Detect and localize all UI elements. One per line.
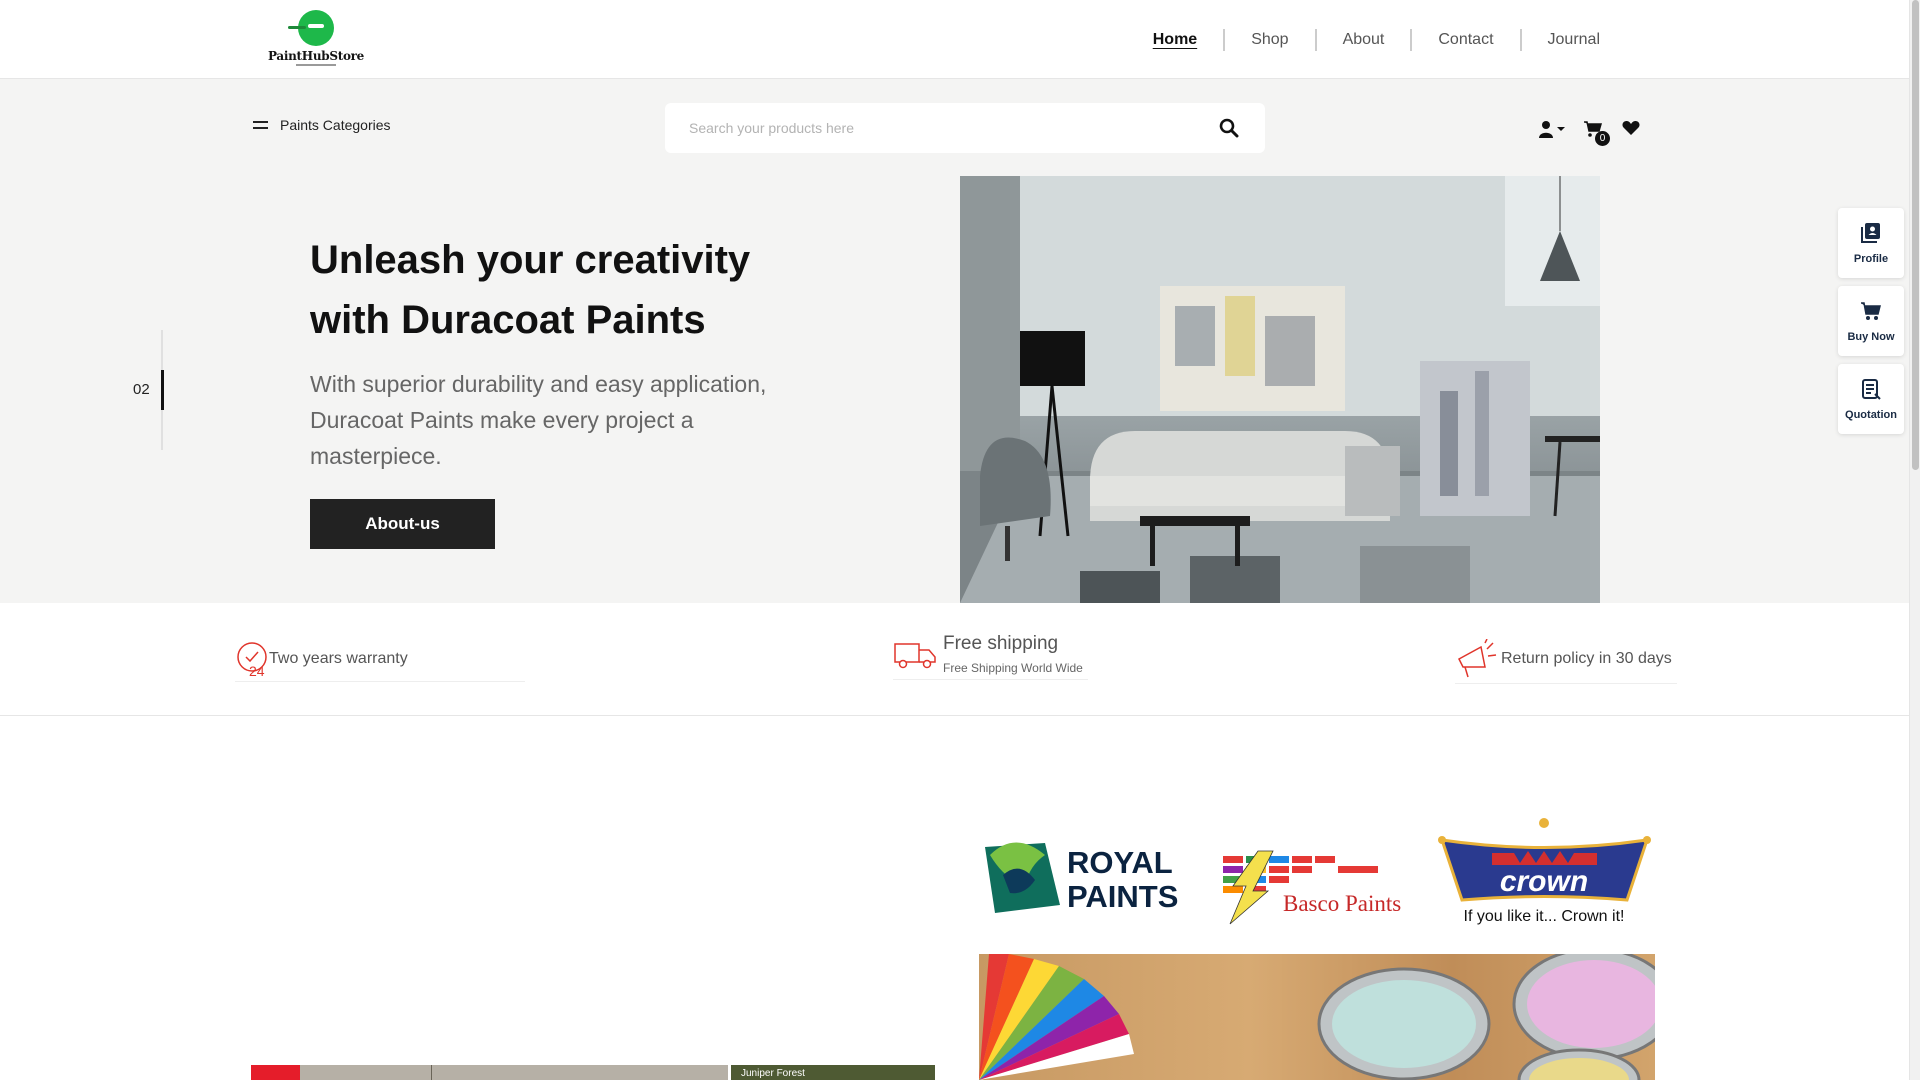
warranty-24-icon: 24 <box>237 642 267 677</box>
categories-label: Paints Categories <box>280 117 391 133</box>
color-swatch-fan <box>979 954 1134 1080</box>
logo-mark-icon <box>288 10 334 46</box>
nav-about[interactable]: About <box>1317 28 1413 51</box>
side-quotation-label: Quotation <box>1845 409 1897 421</box>
paint-can-pink <box>1512 954 1655 1061</box>
side-buy-now-label: Buy Now <box>1847 331 1895 343</box>
logo-text: PaintHubStore <box>267 49 365 63</box>
top-navigation-bar: PaintHubStore Home Shop About Contact Jo… <box>0 0 1909 79</box>
page-scrollbar[interactable] <box>1909 0 1920 1080</box>
scrollbar-thumb[interactable] <box>1912 0 1919 470</box>
crown-tagline: If you like it... Crown it! <box>1464 908 1625 925</box>
promo-banner-left[interactable] <box>251 1065 728 1080</box>
quotation-icon <box>1862 379 1881 400</box>
hero-title: Unleash your creativity with Duracoat Pa… <box>310 238 751 342</box>
feature-shipping: Free shipping Free Shipping World Wide <box>893 633 1088 680</box>
floating-side-widget: Profile Buy Now Quotation <box>1838 208 1904 442</box>
feature-return-title: Return policy in 30 days <box>1501 650 1672 667</box>
megaphone-icon <box>1458 639 1497 678</box>
user-account-icon[interactable] <box>1538 120 1566 138</box>
hamburger-menu-icon <box>253 120 268 130</box>
search-input[interactable] <box>665 103 1195 153</box>
feature-return-policy: Return policy in 30 days <box>1455 639 1677 684</box>
profile-book-icon <box>1861 223 1880 243</box>
promo-banner-right[interactable]: Juniper Forest <box>731 1065 935 1080</box>
crown-paints-logo[interactable]: crown If you like it... Crown it! <box>1432 815 1657 930</box>
hero-subtitle: With superior durability and easy applic… <box>310 371 767 469</box>
about-us-button[interactable]: About-us <box>310 499 495 549</box>
paint-cans-swatch-image <box>979 954 1655 1080</box>
features-row: 24 Two years warranty Free shipping Free… <box>0 603 1909 716</box>
feature-warranty-title: Two years warranty <box>269 650 408 667</box>
side-buy-now-button[interactable]: Buy Now <box>1838 286 1904 356</box>
promo-red-badge <box>251 1065 300 1080</box>
slide-indicator[interactable]: 02 <box>131 330 171 450</box>
paint-can-blue <box>1317 967 1491 1080</box>
royal-text-line1: ROYAL <box>1067 845 1173 880</box>
slide-active-marker <box>161 370 164 410</box>
royal-paints-logo[interactable]: ROYAL PAINTS <box>985 835 1190 915</box>
wishlist-heart-icon[interactable] <box>1622 120 1640 136</box>
basco-paints-logo[interactable]: Basco Paints <box>1218 846 1413 926</box>
crown-wordmark: crown <box>1500 865 1588 898</box>
slide-number: 02 <box>133 381 150 398</box>
paints-categories-button[interactable]: Paints Categories <box>253 117 391 133</box>
site-logo[interactable]: PaintHubStore <box>266 8 366 70</box>
truck-icon <box>894 643 936 669</box>
search-bar <box>665 103 1265 153</box>
nav-contact[interactable]: Contact <box>1412 28 1522 51</box>
nav-journal[interactable]: Journal <box>1522 29 1626 51</box>
feature-shipping-subtitle: Free Shipping World Wide <box>943 661 1083 675</box>
side-quotation-button[interactable]: Quotation <box>1838 364 1904 434</box>
side-profile-label: Profile <box>1853 253 1889 265</box>
search-icon[interactable] <box>1219 118 1239 138</box>
royal-text-line2: PAINTS <box>1067 879 1178 914</box>
hero-living-room-image <box>960 176 1600 603</box>
hero-section <box>0 79 1909 603</box>
cart-icon <box>1861 302 1881 320</box>
basco-text: Basco Paints <box>1283 891 1401 916</box>
logo-tagline-bar <box>296 64 336 66</box>
cart-count-badge: 0 <box>1595 131 1610 146</box>
nav-shop[interactable]: Shop <box>1225 28 1317 51</box>
feature-shipping-title: Free shipping <box>943 633 1059 654</box>
nav-home[interactable]: Home <box>1127 28 1226 51</box>
promo-right-label: Juniper Forest <box>741 1068 805 1079</box>
feature-warranty: 24 Two years warranty <box>235 641 525 682</box>
living-room-illustration <box>960 176 1600 603</box>
paint-cans-illustration <box>979 954 1655 1080</box>
main-menu: Home Shop About Contact Journal <box>1127 0 1626 79</box>
svg-text:24: 24 <box>249 663 265 677</box>
side-profile-button[interactable]: Profile <box>1838 208 1904 278</box>
promo-divider <box>431 1065 432 1080</box>
